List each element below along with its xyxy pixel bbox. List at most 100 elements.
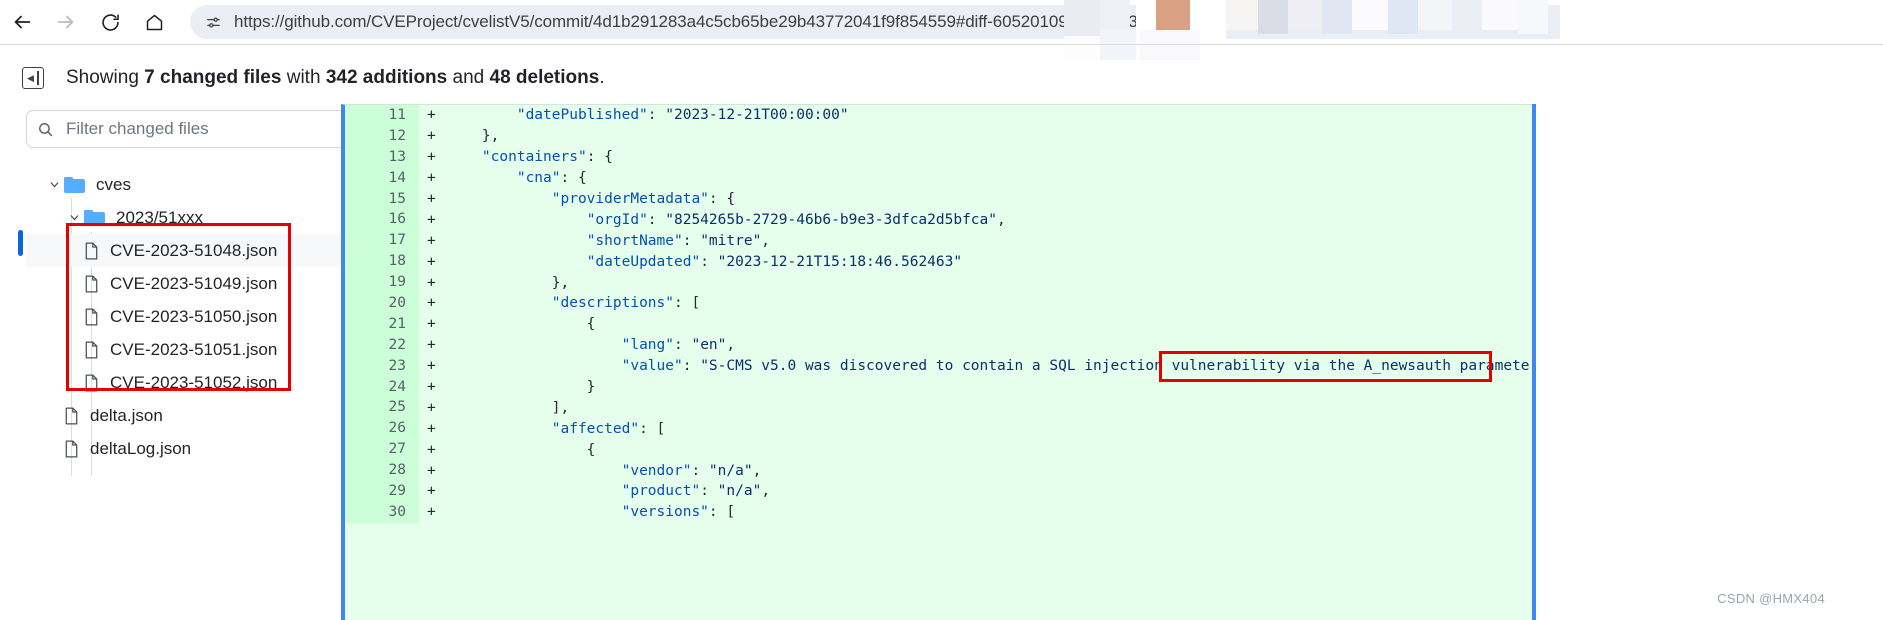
diff-line-number[interactable]: 21 [345,313,419,335]
diff-line-number[interactable]: 11 [345,105,419,126]
diff-line-marker: + [427,358,436,375]
diff-line-marker: + [427,274,436,291]
diff-line: 21 + { [345,313,1536,335]
diff-line-number[interactable]: 30 [345,501,419,523]
diff-line-number[interactable]: 12 [345,125,419,147]
site-settings-icon[interactable] [200,9,226,35]
diff-line-marker: + [427,253,436,270]
summary-prefix: Showing [66,67,145,88]
diff-line-number[interactable]: 29 [345,481,419,502]
tree-row-list: cves2023/51xxxCVE-2023-51048.json+CVE-20… [26,168,364,465]
summary-conjunction: and [447,67,490,88]
file-icon [64,406,79,425]
diff-line: 20 + "descriptions": [ [345,293,1536,314]
diff-line: 24 + } [345,376,1536,398]
diff-line-code: "dateUpdated": "2023-12-21T15:18:46.5624… [586,253,963,270]
tree-file-delta-json[interactable]: delta.json [26,399,364,432]
tree-file-cve-2023-51048-json[interactable]: CVE-2023-51048.json+ [26,234,364,267]
tree-file-cve-2023-51051-json[interactable]: CVE-2023-51051.json+ [26,333,364,366]
diff-line-marker: + [427,128,436,145]
tree-folder-cves[interactable]: cves [26,168,346,201]
diff-line-number[interactable]: 22 [345,334,419,356]
folder-icon [84,209,105,226]
home-button[interactable] [132,0,176,44]
diff-line-marker: + [427,462,436,479]
diff-line-code: "shortName": "mitre", [586,232,771,249]
filter-changed-files-input[interactable] [64,118,314,140]
diff-line-marker: + [427,337,436,354]
diff-line: 17 + "shortName": "mitre", [345,230,1536,252]
diff-line-number[interactable]: 19 [345,272,419,294]
diff-line-number[interactable]: 24 [345,376,419,398]
tree-file-cve-2023-51050-json[interactable]: CVE-2023-51050.json+ [26,300,364,333]
diff-line-number[interactable]: 23 [345,355,419,377]
diff-line-marker: + [427,441,436,458]
active-file-marker [18,230,23,256]
redaction-block [1482,0,1518,30]
summary-deletions: 48 deletions [489,67,600,88]
redaction-block [1288,0,1322,30]
tree-folder-2023-51xxx[interactable]: 2023/51xxx [26,201,346,234]
redaction-block [1388,0,1418,34]
file-icon [84,307,99,326]
sidebar-toggle-icon[interactable]: ◀ [22,67,44,89]
diff-line: 28 + "vendor": "n/a", [345,460,1536,482]
tree-file-label: deltaLog.json [90,438,192,458]
diff-line-number[interactable]: 18 [345,251,419,273]
diff-line-code: }, [447,274,570,291]
collapse-caret-icon: ◀ [27,72,34,83]
diff-line-marker: + [427,211,436,228]
diff-line-code: { [447,441,596,458]
diff-line: 11 + "datePublished": "2023-12-21T00:00:0… [345,105,1536,126]
tree-file-label: CVE-2023-51049.json [110,273,278,293]
redaction-block [1100,0,1130,30]
filter-changed-files-box[interactable] [26,110,346,148]
diff-line-code: "product": "n/a", [621,483,771,500]
tree-file-cve-2023-51049-json[interactable]: CVE-2023-51049.json+ [26,267,364,300]
diff-line-number[interactable]: 14 [345,167,419,189]
summary-changed-files: 7 changed files [144,67,282,88]
diff-line-code: "providerMetadata": { [551,191,736,207]
diff-line-number[interactable]: 26 [345,418,419,440]
tree-folder-label: cves [96,174,131,194]
diff-summary-text: Showing 7 changed files with 342 additio… [66,67,605,89]
diff-line-code: "value": "S-CMS v5.0 was discovered to c… [621,358,1536,375]
redaction-block [1322,0,1352,34]
chevron-down-icon[interactable] [64,211,84,224]
diff-line-number[interactable]: 16 [345,209,419,231]
diff-line-number[interactable]: 28 [345,460,419,482]
diff-line-marker: + [427,379,436,396]
diff-line-marker: + [427,420,436,437]
diff-line: 16 + "orgId": "8254265b-2729-46b6-b9e3-3d… [345,209,1536,231]
chevron-down-icon[interactable] [44,178,64,191]
summary-suffix: . [599,67,605,88]
diff-line-code: { [447,316,596,333]
redaction-block [1418,0,1452,30]
diff-line-number[interactable]: 15 [345,188,419,210]
diff-line-number[interactable]: 20 [345,293,419,314]
diff-line: 30 + "versions": [ [345,501,1536,523]
diff-line-number[interactable]: 27 [345,439,419,461]
diff-line-marker: + [427,170,436,187]
home-icon [144,12,165,33]
diff-line: 22 + "lang": "en", [345,334,1536,356]
redaction-block [1560,0,1883,44]
diff-line-marker: + [427,399,436,416]
tree-file-label: delta.json [90,405,163,425]
tree-file-deltalog-json[interactable]: deltaLog.json [26,432,364,465]
diff-line-marker: + [427,483,436,500]
diff-line-code: "containers": { [481,149,613,166]
back-button[interactable] [0,0,44,44]
reload-button[interactable] [88,0,132,44]
diff-line-code: }, [447,128,500,145]
tree-folder-label: 2023/51xxx [116,207,203,227]
forward-button[interactable] [44,0,88,44]
diff-line-number[interactable]: 13 [345,146,419,168]
diff-line-number[interactable]: 17 [345,230,419,252]
tree-file-cve-2023-51052-json[interactable]: CVE-2023-51052.json+ [26,366,364,399]
diff-line-code: ], [447,399,570,416]
diff-line-code: "orgId": "8254265b-2729-46b6-b9e3-3dfca2… [586,211,1006,228]
diff-line-marker: + [427,232,436,249]
diff-line-number[interactable]: 25 [345,397,419,419]
watermark: CSDN @HMX404 [1717,591,1825,606]
